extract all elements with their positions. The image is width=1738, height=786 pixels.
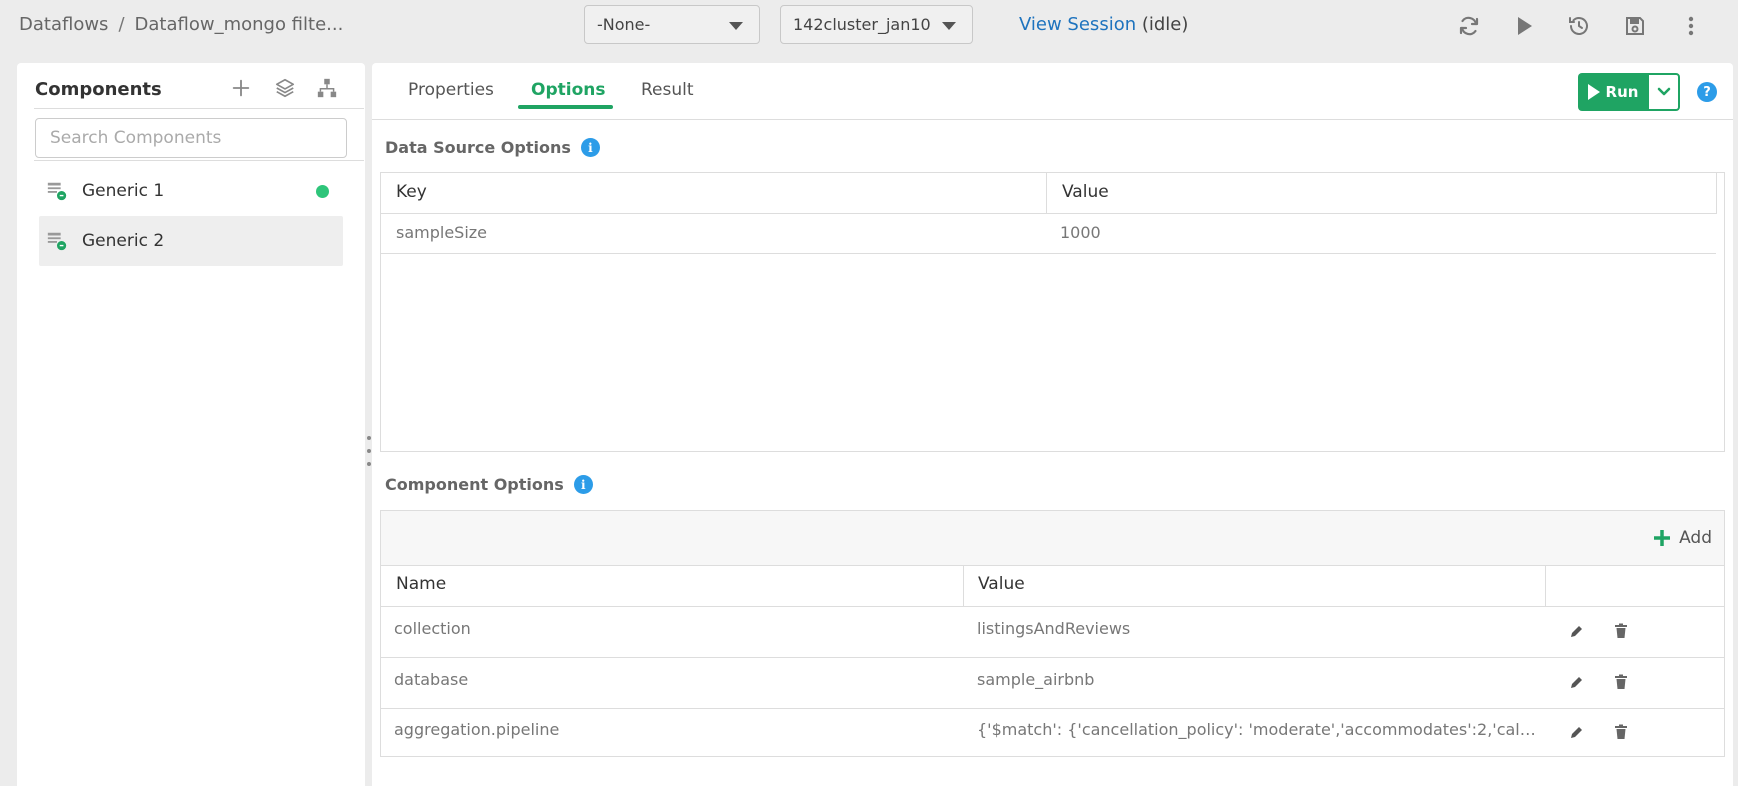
tab-properties[interactable]: Properties	[408, 80, 494, 100]
option-value: sample_airbnb	[977, 670, 1095, 689]
session-status: (idle)	[1141, 14, 1189, 35]
column-divider	[1046, 173, 1047, 214]
component-label: Generic 1	[82, 181, 165, 201]
active-tab-indicator	[518, 105, 613, 109]
edit-icon[interactable]	[1568, 723, 1586, 741]
row-divider	[381, 253, 1716, 254]
option-value[interactable]: 1000	[1060, 223, 1101, 242]
data-source-options-title: Data Source Options i	[385, 138, 600, 157]
info-icon[interactable]: i	[580, 138, 600, 157]
option-value: listingsAndReviews	[977, 619, 1131, 638]
chevron-down-icon	[729, 22, 743, 30]
component-item-generic-1[interactable]: Generic 1	[39, 166, 343, 216]
row-divider	[381, 708, 1724, 709]
section-title-text: Component Options	[385, 475, 564, 494]
layers-icon[interactable]	[274, 77, 296, 101]
session-info: View Session (idle)	[1019, 14, 1188, 35]
none-select-value: -None-	[597, 15, 651, 34]
edit-icon[interactable]	[1568, 673, 1586, 691]
column-header-value: Value	[1062, 182, 1109, 202]
column-header-key: Key	[396, 182, 427, 202]
divider	[34, 160, 364, 161]
hierarchy-icon[interactable]	[316, 77, 338, 101]
run-dropdown-button[interactable]	[1648, 73, 1680, 111]
tab-result[interactable]: Result	[641, 80, 694, 100]
data-source-options-table: Key Value sampleSize 1000	[380, 172, 1725, 452]
column-divider	[963, 565, 964, 606]
component-item-generic-2[interactable]: Generic 2	[39, 216, 343, 266]
history-icon[interactable]	[1565, 12, 1593, 40]
component-icon	[47, 232, 67, 251]
refresh-icon[interactable]	[1455, 12, 1483, 40]
chevron-down-icon	[942, 22, 956, 30]
column-divider	[1545, 565, 1546, 606]
add-component-icon[interactable]	[230, 77, 252, 101]
delete-icon[interactable]	[1612, 673, 1630, 691]
top-header: Dataflows / Dataflow_mongo filte... -Non…	[0, 0, 1738, 56]
breadcrumb-current: Dataflow_mongo filte...	[134, 14, 344, 35]
run-label: Run	[1605, 83, 1639, 101]
section-title-text: Data Source Options	[385, 138, 571, 157]
tab-bar: Properties Options Result Run ?	[372, 63, 1733, 120]
plus-icon	[1654, 530, 1671, 546]
info-icon[interactable]: i	[573, 475, 593, 494]
play-icon[interactable]	[1510, 12, 1538, 40]
components-panel: Components Generic 1 Generic 2	[17, 63, 365, 786]
option-name: collection	[394, 619, 471, 638]
option-value: {'$match': {'cancellation_policy': 'mode…	[977, 720, 1537, 739]
cluster-select-value: 142cluster_jan10	[793, 15, 931, 34]
add-option-button[interactable]: Add	[1653, 528, 1712, 548]
row-divider	[381, 565, 1724, 566]
help-icon[interactable]: ?	[1697, 82, 1717, 102]
column-header-value: Value	[978, 574, 1025, 594]
table-toolbar: Add	[381, 511, 1724, 565]
component-options-title: Component Options i	[385, 475, 593, 494]
breadcrumb-dataflows[interactable]: Dataflows	[19, 14, 108, 35]
view-session-link[interactable]: View Session	[1019, 14, 1136, 35]
none-select[interactable]: -None-	[584, 5, 760, 44]
breadcrumb: Dataflows / Dataflow_mongo filte...	[19, 14, 343, 35]
edit-icon[interactable]	[1568, 622, 1586, 640]
component-icon	[47, 182, 67, 201]
row-divider	[381, 657, 1724, 658]
delete-icon[interactable]	[1612, 622, 1630, 640]
option-key: sampleSize	[396, 223, 488, 242]
option-name: aggregation.pipeline	[394, 720, 560, 739]
option-name: database	[394, 670, 469, 689]
more-options-icon[interactable]	[1677, 12, 1705, 40]
row-divider	[381, 213, 1716, 214]
search-components-input[interactable]	[35, 118, 347, 158]
breadcrumb-separator: /	[118, 14, 125, 35]
components-title: Components	[35, 79, 162, 100]
divider	[34, 108, 364, 109]
details-panel: Properties Options Result Run ? Data Sou…	[372, 63, 1733, 786]
status-dot	[316, 184, 329, 198]
cluster-select[interactable]: 142cluster_jan10	[780, 5, 973, 44]
row-divider	[381, 606, 1724, 607]
column-header-name: Name	[396, 574, 447, 594]
component-label: Generic 2	[82, 231, 165, 251]
play-icon	[1587, 84, 1600, 100]
save-icon[interactable]	[1621, 12, 1649, 40]
add-label: Add	[1679, 528, 1712, 548]
run-button[interactable]: Run	[1578, 73, 1648, 111]
chevron-down-icon	[1657, 87, 1670, 96]
column-divider	[1716, 173, 1717, 214]
delete-icon[interactable]	[1612, 723, 1630, 741]
tab-options[interactable]: Options	[531, 80, 605, 100]
component-options-table: Add Name Value collection listingsAndRev…	[380, 510, 1725, 757]
